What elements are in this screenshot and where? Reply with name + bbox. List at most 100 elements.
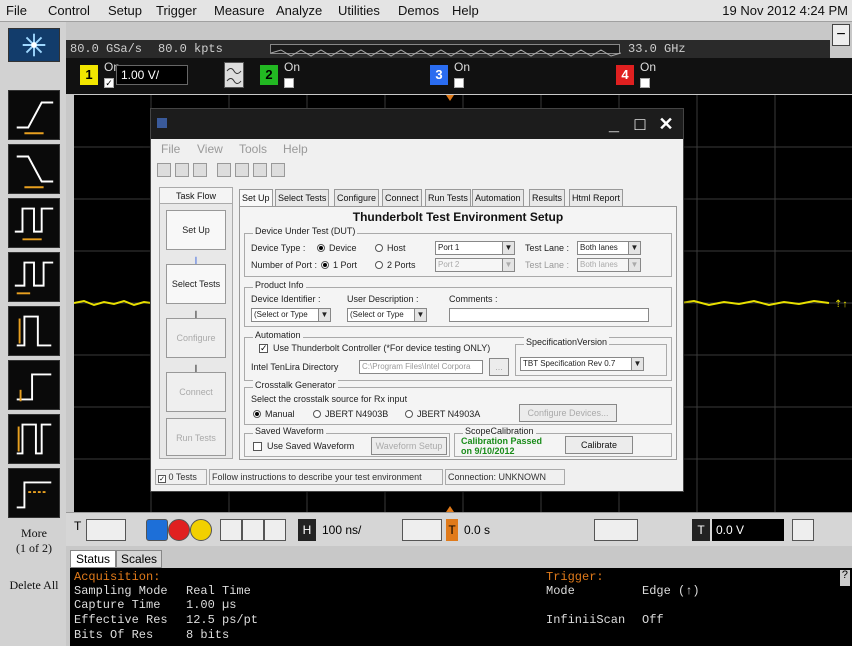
manual-radio[interactable] xyxy=(253,410,261,418)
flag-icon[interactable] xyxy=(271,163,285,177)
delay-value[interactable]: 0.0 s xyxy=(460,519,540,541)
taskflow-step-setup[interactable]: Set Up xyxy=(166,210,226,250)
device-identifier-select[interactable]: (Select or Type ▼ xyxy=(251,308,331,322)
dialog-titlebar[interactable]: _ □ ✕ xyxy=(151,109,683,139)
tab-status[interactable]: Status xyxy=(70,550,116,568)
save-icon[interactable] xyxy=(193,163,207,177)
delete-all-button[interactable]: Delete All xyxy=(8,578,60,593)
rising-edge-trigger-icon[interactable] xyxy=(8,90,60,140)
maximize-icon[interactable]: □ xyxy=(629,113,651,135)
test-lane2-select[interactable]: Both lanes ▼ xyxy=(577,258,641,272)
test-lane-select[interactable]: Both lanes ▼ xyxy=(577,241,641,255)
taskflow-step-run-tests[interactable]: Run Tests xyxy=(166,418,226,456)
agilent-logo-icon[interactable] xyxy=(8,28,60,62)
glitch-trigger-icon[interactable] xyxy=(8,252,60,302)
minimize-panel-button[interactable]: − xyxy=(832,24,850,46)
menu-trigger[interactable]: Trigger xyxy=(156,3,197,18)
menu-setup[interactable]: Setup xyxy=(108,3,142,18)
tab-setup[interactable]: Set Up xyxy=(239,189,273,207)
runt-trigger-icon[interactable] xyxy=(8,306,60,356)
waveform-setup-button[interactable]: Waveform Setup xyxy=(371,437,447,455)
dlg-menu-view[interactable]: View xyxy=(197,142,223,156)
use-controller-checkbox[interactable]: ✓ xyxy=(259,344,268,353)
ch1-on-checkbox[interactable]: ✓ xyxy=(104,78,114,88)
ch2-on-checkbox[interactable] xyxy=(284,78,294,88)
menu-help[interactable]: Help xyxy=(452,3,479,18)
menu-utilities[interactable]: Utilities xyxy=(338,3,380,18)
taskflow-step-connect[interactable]: Connect xyxy=(166,372,226,412)
taskflow-step-configure[interactable]: Configure xyxy=(166,318,226,358)
host-radio[interactable] xyxy=(375,244,383,252)
ch1-coupling-icon[interactable] xyxy=(224,62,244,88)
browse-button[interactable]: ... xyxy=(489,358,509,376)
timebase-overview[interactable] xyxy=(270,44,622,57)
trigger-level-value[interactable]: 0.0 V xyxy=(712,519,784,541)
jbert2-radio[interactable] xyxy=(405,410,413,418)
pulse-width-trigger-icon[interactable] xyxy=(8,198,60,248)
task-flow-header[interactable]: Task Flow xyxy=(160,188,232,204)
report-icon[interactable] xyxy=(253,163,267,177)
ch3-on-checkbox[interactable] xyxy=(454,78,464,88)
ch3-button[interactable]: 3 xyxy=(430,65,448,85)
two-ports-radio[interactable] xyxy=(375,261,383,269)
jbert1-radio[interactable] xyxy=(313,410,321,418)
open-folder-icon[interactable] xyxy=(175,163,189,177)
help-icon[interactable]: ? xyxy=(840,570,850,586)
spec-version-select[interactable]: TBT Specification Rev 0.7 ▼ xyxy=(520,357,644,371)
dlg-menu-tools[interactable]: Tools xyxy=(239,142,267,156)
color-blue-button[interactable] xyxy=(146,519,168,541)
timebase-value[interactable]: 100 ns/ xyxy=(318,519,394,541)
timeout-trigger-icon[interactable] xyxy=(8,414,60,464)
configure-devices-button[interactable]: Configure Devices... xyxy=(519,404,617,422)
ch2-button[interactable]: 2 xyxy=(260,65,278,85)
tab-connect[interactable]: Connect xyxy=(382,189,422,207)
menu-demos[interactable]: Demos xyxy=(398,3,439,18)
use-saved-waveform-checkbox[interactable] xyxy=(253,442,262,451)
tenlira-path-input[interactable]: C:\Program Files\Intel Corpora xyxy=(359,360,483,374)
dlg-menu-file[interactable]: File xyxy=(161,142,180,156)
tab-automation[interactable]: Automation xyxy=(472,189,524,207)
tab-results[interactable]: Results xyxy=(529,189,566,207)
one-port-radio[interactable] xyxy=(321,261,329,269)
menu-file[interactable]: File xyxy=(6,3,27,18)
menu-control[interactable]: Control xyxy=(48,3,90,18)
ch1-button[interactable]: 1 xyxy=(80,65,98,85)
screenshot-icon[interactable] xyxy=(220,519,242,541)
print-icon[interactable] xyxy=(242,519,264,541)
tab-configure[interactable]: Configure xyxy=(334,189,380,207)
ch4-button[interactable]: 4 xyxy=(616,65,634,85)
user-description-select[interactable]: (Select or Type ▼ xyxy=(347,308,427,322)
more-button[interactable]: More (1 of 2) xyxy=(4,526,64,556)
ch4-on-checkbox[interactable] xyxy=(640,78,650,88)
comments-input[interactable] xyxy=(449,308,649,322)
delay-stepper-icon[interactable] xyxy=(594,519,638,541)
color-red-button[interactable] xyxy=(168,519,190,541)
port2-select[interactable]: Port 2 ▼ xyxy=(435,258,515,272)
run-icon[interactable] xyxy=(235,163,249,177)
device-radio[interactable] xyxy=(317,244,325,252)
new-file-icon[interactable] xyxy=(157,163,171,177)
close-icon[interactable]: ✕ xyxy=(655,113,677,135)
port1-select[interactable]: Port 1 ▼ xyxy=(435,241,515,255)
transition-trigger-icon[interactable] xyxy=(8,360,60,410)
tab-select-tests[interactable]: Select Tests xyxy=(275,189,330,207)
calibrate-button[interactable]: Calibrate xyxy=(565,436,633,454)
minimize-icon[interactable]: _ xyxy=(603,113,625,135)
dlg-menu-help[interactable]: Help xyxy=(283,142,308,156)
taskflow-step-select-tests[interactable]: Select Tests xyxy=(166,264,226,304)
sun-icon[interactable] xyxy=(264,519,286,541)
chart-icon[interactable] xyxy=(217,163,231,177)
tab-scales[interactable]: Scales xyxy=(116,550,162,568)
waveform-shape-icon[interactable] xyxy=(402,519,442,541)
ch1-scale-field[interactable]: 1.00 V/ xyxy=(116,65,188,85)
tests-checkbox[interactable]: ✓ xyxy=(158,475,166,483)
vertical-stepper-icon[interactable] xyxy=(86,519,126,541)
falling-edge-trigger-icon[interactable] xyxy=(8,144,60,194)
level-stepper-icon[interactable] xyxy=(792,519,814,541)
menu-analyze[interactable]: Analyze xyxy=(276,3,322,18)
pattern-trigger-icon[interactable] xyxy=(8,468,60,518)
color-yellow-button[interactable] xyxy=(190,519,212,541)
menu-measure[interactable]: Measure xyxy=(214,3,265,18)
tab-html-report[interactable]: Html Report xyxy=(569,189,624,207)
tab-run-tests[interactable]: Run Tests xyxy=(425,189,471,207)
